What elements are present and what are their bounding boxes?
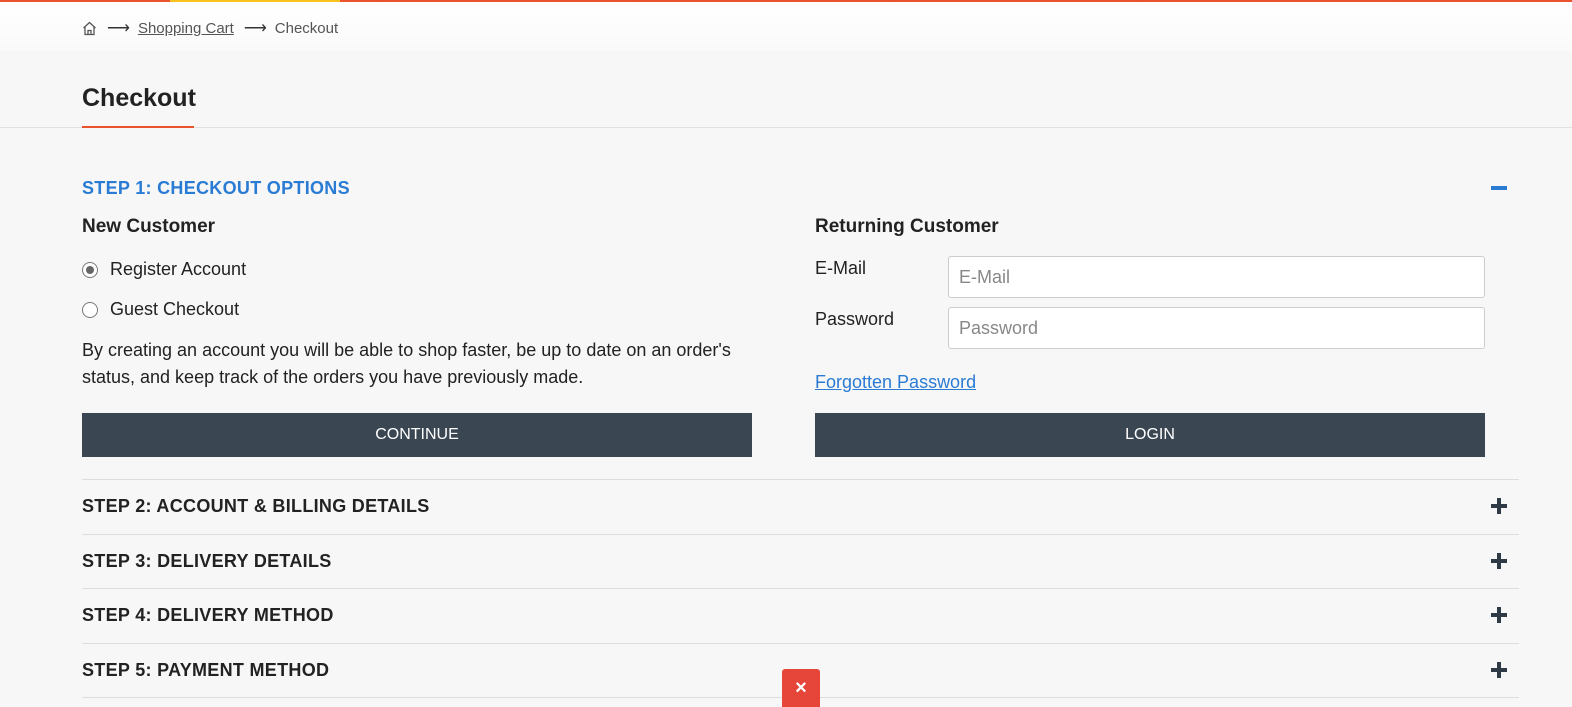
page-title: Checkout — [82, 84, 196, 112]
new-customer-heading: New Customer — [82, 216, 216, 237]
step-title: STEP 3: DELIVERY DETAILS — [82, 551, 332, 571]
home-icon[interactable] — [82, 21, 97, 36]
radio-register-account[interactable]: Register Account — [82, 259, 246, 280]
radio-guest-checkout[interactable]: Guest Checkout — [82, 299, 239, 320]
radio-label: Register Account — [110, 259, 247, 279]
minus-icon[interactable] — [1491, 186, 1507, 190]
radio-button[interactable] — [82, 301, 98, 318]
step-title: STEP 4: DELIVERY METHOD — [82, 605, 334, 625]
new-customer-description: By creating an account you will be able … — [82, 340, 731, 387]
email-label: E-Mail — [815, 258, 867, 278]
step-title: STEP 2: ACCOUNT & BILLING DETAILS — [82, 496, 430, 516]
close-icon: × — [795, 676, 807, 699]
continue-button[interactable]: CONTINUE — [82, 413, 752, 457]
returning-customer-heading: Returning Customer — [815, 216, 999, 237]
breadcrumb: ⟶ Shopping Cart ⟶ Checkout — [82, 18, 338, 38]
plus-icon[interactable] — [1491, 662, 1507, 678]
breadcrumb-current: Checkout — [274, 19, 339, 37]
forgotten-password-link[interactable]: Forgotten Password — [815, 372, 976, 393]
step4-row[interactable]: STEP 4: DELIVERY METHOD — [82, 588, 1519, 643]
title-underline — [82, 126, 194, 128]
plus-icon[interactable] — [1491, 553, 1507, 569]
breadcrumb-bar: ⟶ Shopping Cart ⟶ Checkout — [0, 2, 1572, 51]
plus-icon[interactable] — [1491, 498, 1507, 514]
step-title: STEP 5: PAYMENT METHOD — [82, 660, 330, 680]
email-field[interactable] — [948, 256, 1485, 298]
step2-row[interactable]: STEP 2: ACCOUNT & BILLING DETAILS — [82, 479, 1519, 534]
breadcrumb-arrow: ⟶ — [243, 20, 267, 37]
password-field[interactable] — [948, 307, 1485, 349]
breadcrumb-arrow: ⟶ — [107, 20, 130, 37]
title-divider — [0, 127, 1572, 128]
step3-row[interactable]: STEP 3: DELIVERY DETAILS — [82, 534, 1519, 589]
radio-label: Guest Checkout — [110, 299, 240, 319]
step1-heading[interactable]: STEP 1: CHECKOUT OPTIONS — [82, 178, 350, 199]
password-label: Password — [815, 309, 895, 329]
close-button[interactable]: × — [782, 669, 820, 707]
radio-button[interactable] — [82, 261, 98, 278]
plus-icon[interactable] — [1491, 607, 1507, 623]
breadcrumb-link-shopping-cart[interactable]: Shopping Cart — [138, 20, 234, 37]
login-button[interactable]: LOGIN — [815, 413, 1485, 457]
